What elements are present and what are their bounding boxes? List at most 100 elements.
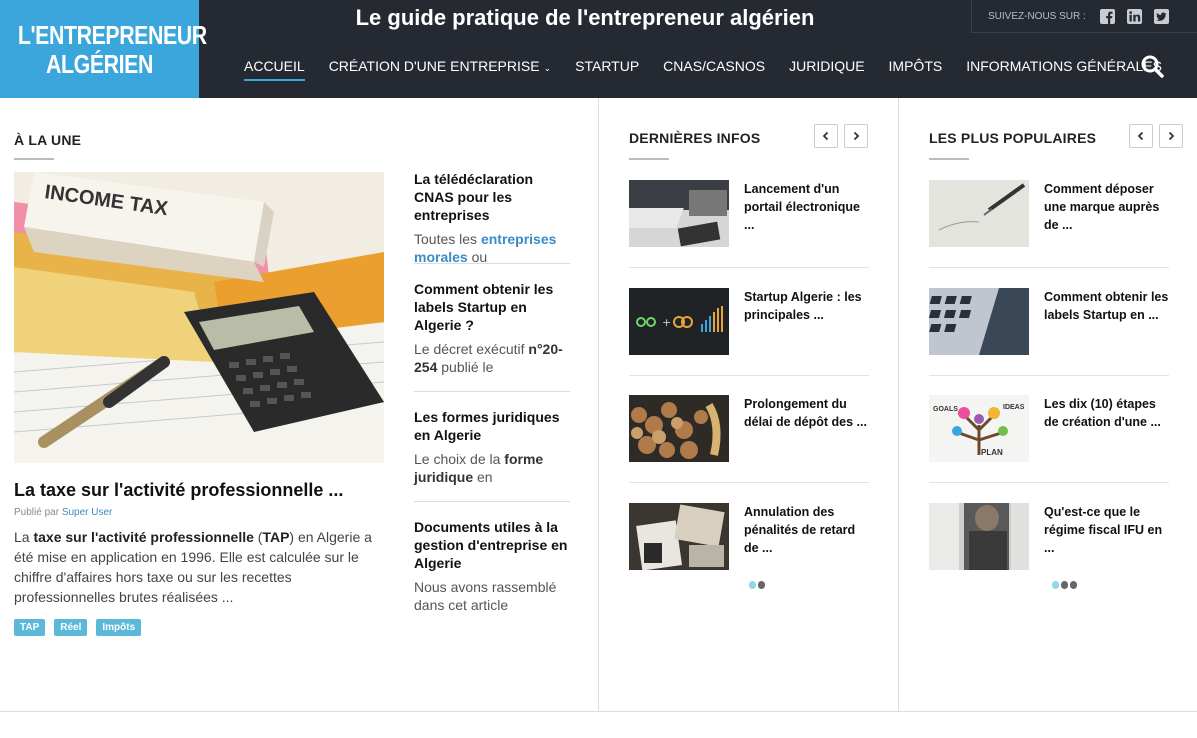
list-item[interactable]: + Startup Algerie : les principales ... (629, 288, 869, 356)
news-title[interactable]: Startup Algerie : les principales ... (744, 288, 869, 324)
news-title[interactable]: Les dix (10) étapes de création d'une ..… (1044, 395, 1169, 431)
side-item-title[interactable]: Comment obtenir les labels Startup en Al… (414, 280, 570, 334)
hero-article-title[interactable]: La taxe sur l'activité professionnelle .… (14, 480, 343, 501)
tag-impots[interactable]: Impôts (96, 619, 142, 636)
site-tagline: Le guide pratique de l'entrepreneur algé… (355, 5, 815, 30)
svg-text:+: + (662, 316, 671, 329)
chevron-down-icon: ⌄ (543, 63, 552, 73)
excerpt-text: publié le (437, 359, 494, 375)
byline-prefix: Publié par (14, 507, 60, 518)
chevron-left-icon (822, 131, 829, 141)
latest-next-button[interactable] (844, 124, 868, 148)
pager-dot[interactable] (1061, 581, 1068, 589)
facebook-icon[interactable] (1099, 8, 1115, 24)
twitter-icon[interactable] (1153, 8, 1169, 24)
pager-dot[interactable] (1070, 581, 1077, 589)
section-underline (14, 158, 54, 160)
chevron-right-icon (853, 131, 860, 141)
news-thumbnail[interactable]: + (629, 288, 729, 355)
site-header: L'ENTREPRENEUR ALGÉRIEN Le guide pratiqu… (0, 0, 1197, 98)
divider (629, 482, 869, 483)
excerpt-bold-1: taxe sur l'activité professionnelle (33, 529, 254, 545)
side-item-excerpt: Toutes les entreprises morales ou (414, 230, 570, 266)
side-item-title[interactable]: Documents utiles à la gestion d'entrepri… (414, 518, 570, 572)
section-underline (629, 158, 669, 160)
logo-line-1: L'ENTREPRENEUR (17, 20, 207, 50)
une-side-list: La télédéclaration CNAS pour les entrepr… (414, 170, 570, 614)
popular-prev-button[interactable] (1129, 124, 1153, 148)
list-item[interactable]: La télédéclaration CNAS pour les entrepr… (414, 170, 570, 266)
list-item[interactable]: Comment obtenir les labels Startup en ..… (929, 288, 1169, 356)
divider (929, 482, 1169, 483)
excerpt-text: Nous avons rassemblé dans cet article (414, 579, 557, 613)
news-title[interactable]: Prolongement du délai de dépôt des ... (744, 395, 869, 431)
nav-startup[interactable]: STARTUP (563, 44, 651, 80)
list-item[interactable]: Annulation des pénalités de retard de ..… (629, 503, 869, 571)
news-thumbnail[interactable] (929, 503, 1029, 570)
divider (929, 267, 1169, 268)
tag-tap[interactable]: TAP (14, 619, 46, 636)
list-item[interactable]: Les formes juridiques en Algerie Le choi… (414, 392, 570, 502)
news-thumbnail[interactable] (929, 288, 1029, 355)
news-title[interactable]: Annulation des pénalités de retard de ..… (744, 503, 869, 557)
news-title[interactable]: Lancement d'un portail électronique ... (744, 180, 869, 234)
list-item[interactable]: Documents utiles à la gestion d'entrepri… (414, 502, 570, 614)
list-item[interactable]: Comment obtenir les labels Startup en Al… (414, 264, 570, 392)
site-logo[interactable]: L'ENTREPRENEUR ALGÉRIEN (0, 0, 207, 98)
nav-cnas-casnos[interactable]: CNAS/CASNOS (651, 44, 777, 80)
excerpt-text: Toutes les (414, 231, 481, 247)
linkedin-icon[interactable] (1126, 8, 1142, 24)
social-follow-bar: SUIVEZ-NOUS SUR : (971, 0, 1197, 33)
section-title-latest: DERNIÈRES INFOS (629, 130, 761, 146)
news-thumbnail[interactable] (629, 180, 729, 247)
section-title-popular: LES PLUS POPULAIRES (929, 130, 1097, 146)
news-thumbnail[interactable]: GOALS IDEAS PLAN (929, 395, 1029, 462)
latest-prev-button[interactable] (814, 124, 838, 148)
popular-next-button[interactable] (1159, 124, 1183, 148)
news-title[interactable]: Comment obtenir les labels Startup en ..… (1044, 288, 1169, 324)
svg-text:PLAN: PLAN (981, 448, 1003, 457)
news-thumbnail[interactable] (629, 395, 729, 462)
divider (629, 375, 869, 376)
excerpt-bold-2: TAP (262, 529, 290, 545)
tag-reel[interactable]: Réel (54, 619, 88, 636)
hero-byline: Publié par Super User (14, 507, 112, 518)
nav-accueil[interactable]: ACCUEIL (232, 44, 317, 81)
search-icon[interactable] (1140, 54, 1164, 78)
side-item-excerpt: Nous avons rassemblé dans cet article (414, 578, 570, 614)
list-item[interactable]: Qu'est-ce que le régime fiscal IFU en ..… (929, 503, 1169, 571)
pager-dot[interactable] (758, 581, 765, 589)
pager-dot-active[interactable] (1052, 581, 1059, 589)
section-underline (929, 158, 969, 160)
news-title[interactable]: Comment déposer une marque auprès de ... (1044, 180, 1169, 234)
main-nav: ACCUEIL CRÉATION D'UNE ENTREPRISE ⌄ START… (232, 44, 1174, 88)
hero-excerpt: La taxe sur l'activité professionnelle (… (14, 527, 386, 607)
hero-tags: TAP Réel Impôts (14, 619, 150, 636)
content-bottom-divider (0, 711, 1197, 712)
section-title-une: À LA UNE (14, 132, 82, 148)
chevron-right-icon (1168, 131, 1175, 141)
list-item[interactable]: Comment déposer une marque auprès de ... (929, 180, 1169, 248)
excerpt-text: Le choix de la (414, 451, 505, 467)
nav-impots[interactable]: IMPÔTS (877, 44, 955, 80)
hero-image[interactable]: INCOME TAX (14, 172, 384, 463)
nav-juridique[interactable]: JURIDIQUE (777, 44, 876, 80)
svg-text:IDEAS: IDEAS (1003, 404, 1025, 411)
side-item-title[interactable]: La télédéclaration CNAS pour les entrepr… (414, 170, 570, 224)
excerpt-pre: La (14, 529, 34, 545)
list-item[interactable]: GOALS IDEAS PLAN Les dix (10) étapes de cr… (929, 395, 1169, 463)
side-item-title[interactable]: Les formes juridiques en Algerie (414, 408, 570, 444)
news-thumbnail[interactable] (629, 503, 729, 570)
list-item[interactable]: Prolongement du délai de dépôt des ... (629, 395, 869, 463)
pager-dot-active[interactable] (749, 581, 756, 589)
side-item-excerpt: Le décret exécutif n°20-254 publié le (414, 340, 570, 376)
nav-creation-entreprise[interactable]: CRÉATION D'UNE ENTREPRISE ⌄ (317, 44, 563, 80)
news-title[interactable]: Qu'est-ce que le régime fiscal IFU en ..… (1044, 503, 1169, 557)
list-item[interactable]: Lancement d'un portail électronique ... (629, 180, 869, 248)
nav-creation-label: CRÉATION D'UNE ENTREPRISE (328, 58, 540, 74)
byline-author[interactable]: Super User (62, 507, 113, 518)
news-thumbnail[interactable] (929, 180, 1029, 247)
column-divider (898, 98, 899, 712)
svg-text:GOALS: GOALS (933, 406, 958, 413)
chevron-left-icon (1137, 131, 1144, 141)
